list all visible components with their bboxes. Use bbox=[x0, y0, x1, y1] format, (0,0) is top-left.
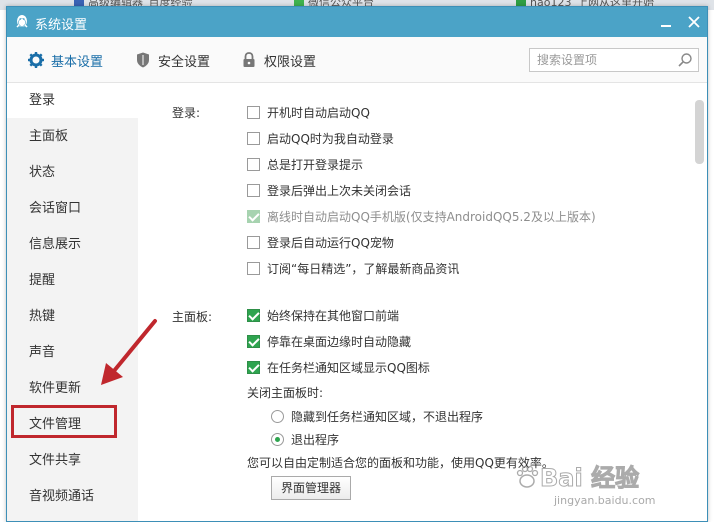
settings-tab-bar: 基本设置 安全设置 权限设置 bbox=[7, 37, 707, 83]
tab-label: 安全设置 bbox=[158, 54, 211, 70]
settings-sidebar: 登录 主面板 状态 会话窗口 信息展示 提醒 热键 声音 软件更新 文件管理 文… bbox=[7, 84, 138, 521]
radio-button-selected[interactable] bbox=[271, 432, 284, 446]
checkbox[interactable] bbox=[247, 261, 260, 275]
sidebar-item-av-call[interactable]: 音视频通话 bbox=[7, 480, 138, 514]
sidebar-item-software-update[interactable]: 软件更新 bbox=[7, 372, 138, 406]
radio-exit-program[interactable]: 退出程序 bbox=[271, 430, 339, 448]
tab-label: 权限设置 bbox=[264, 54, 317, 70]
settings-search[interactable] bbox=[529, 48, 699, 72]
option-always-on-top[interactable]: 始终保持在其他窗口前端 bbox=[247, 306, 399, 324]
checkbox-checked[interactable] bbox=[247, 308, 260, 322]
option-login-prompt[interactable]: 总是打开登录提示 bbox=[247, 155, 363, 173]
option-auto-hide[interactable]: 停靠在桌面边缘时自动隐藏 bbox=[247, 332, 411, 350]
close-panel-label: 关闭主面板时: bbox=[247, 386, 324, 400]
option-auto-login[interactable]: 启动QQ时为我自动登录 bbox=[247, 129, 394, 147]
tab-security-settings[interactable]: 安全设置 bbox=[134, 49, 210, 71]
checkbox[interactable] bbox=[247, 157, 260, 171]
sidebar-item-status[interactable]: 状态 bbox=[7, 156, 138, 190]
sidebar-item-hotkeys[interactable]: 热键 bbox=[7, 300, 138, 334]
interface-manager-button[interactable]: 界面管理器 bbox=[271, 476, 351, 500]
checkbox[interactable] bbox=[247, 183, 260, 197]
option-tray-icon[interactable]: 在任务栏通知区域显示QQ图标 bbox=[247, 358, 430, 376]
settings-content: 登录: 开机时自动启动QQ 启动QQ时为我自动登录 总是打开登录提示 登录后弹出… bbox=[138, 84, 693, 521]
settings-window: 系统设置 基本设置 安全设置 权限设置 搜索设置项 登录 主面板 状态 会话窗口… bbox=[6, 6, 708, 522]
login-section-label: 登录: bbox=[172, 106, 201, 120]
close-button[interactable] bbox=[685, 13, 703, 31]
shield-icon bbox=[137, 52, 149, 68]
sidebar-item-reminders[interactable]: 提醒 bbox=[7, 264, 138, 298]
checkbox[interactable] bbox=[247, 235, 260, 249]
search-input[interactable] bbox=[530, 49, 670, 71]
sidebar-item-main-panel[interactable]: 主面板 bbox=[7, 120, 138, 154]
minimize-icon bbox=[661, 25, 671, 27]
gear-icon bbox=[28, 52, 44, 68]
option-offline-mobile-qq: 离线时自动启动QQ手机版(仅支持AndroidQQ5.2及以上版本) bbox=[247, 207, 596, 225]
lock-icon bbox=[243, 52, 255, 67]
sidebar-item-file-management[interactable]: 文件管理 bbox=[7, 408, 138, 442]
tab-label: 基本设置 bbox=[51, 54, 104, 70]
checkbox-disabled bbox=[247, 209, 260, 223]
search-icon[interactable] bbox=[677, 52, 693, 68]
customize-note: 您可以自由定制适合您的面板和功能，使用QQ更有效率。 bbox=[247, 456, 554, 470]
option-qq-pet[interactable]: 登录后自动运行QQ宠物 bbox=[247, 233, 394, 251]
sidebar-item-chat-window[interactable]: 会话窗口 bbox=[7, 192, 138, 226]
tab-permission-settings[interactable]: 权限设置 bbox=[240, 49, 316, 71]
content-scrollbar[interactable] bbox=[691, 84, 707, 521]
sidebar-item-login[interactable]: 登录 bbox=[7, 84, 138, 118]
close-icon bbox=[688, 16, 700, 28]
title-bar[interactable]: 系统设置 bbox=[7, 7, 707, 37]
sidebar-item-sound[interactable]: 声音 bbox=[7, 336, 138, 370]
sidebar-item-info-display[interactable]: 信息展示 bbox=[7, 228, 138, 262]
radio-button[interactable] bbox=[271, 409, 284, 423]
scrollbar-thumb[interactable] bbox=[695, 100, 704, 164]
sidebar-item-file-sharing[interactable]: 文件共享 bbox=[7, 444, 138, 478]
option-restore-sessions[interactable]: 登录后弹出上次未关闭会话 bbox=[247, 181, 411, 199]
checkbox-checked[interactable] bbox=[247, 334, 260, 348]
radio-hide-to-tray[interactable]: 隐藏到任务栏通知区域，不退出程序 bbox=[271, 407, 483, 425]
checkbox[interactable] bbox=[247, 131, 260, 145]
option-daily-picks[interactable]: 订阅“每日精选”，了解最新商品资讯 bbox=[247, 259, 459, 277]
checkbox[interactable] bbox=[247, 105, 260, 119]
window-title: 系统设置 bbox=[35, 18, 88, 33]
option-auto-start[interactable]: 开机时自动启动QQ bbox=[247, 103, 370, 121]
qq-logo-icon bbox=[16, 15, 28, 28]
minimize-button[interactable] bbox=[657, 13, 675, 31]
panel-section-label: 主面板: bbox=[172, 310, 213, 324]
tab-basic-settings[interactable]: 基本设置 bbox=[27, 49, 103, 71]
checkbox-checked[interactable] bbox=[247, 360, 260, 374]
